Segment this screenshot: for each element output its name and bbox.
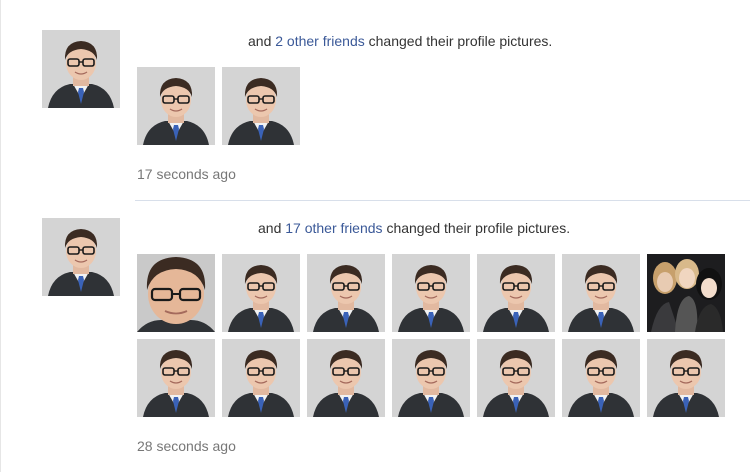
headline-prefix: and [258,220,282,236]
friend-profile-photo[interactable] [392,339,470,417]
friend-photo-group[interactable] [647,254,725,332]
friend-profile-photo[interactable] [137,67,215,145]
story-headline: and 17 other friends changed their profi… [258,220,570,236]
friend-profile-photo[interactable] [647,339,725,417]
other-friends-link[interactable]: 2 other friends [275,33,365,49]
headline-suffix: changed their profile pictures. [386,220,571,236]
friend-profile-photo[interactable] [562,339,640,417]
other-friends-link[interactable]: 17 other friends [285,220,382,236]
actor-avatar[interactable] [42,218,120,296]
friend-profile-photo[interactable] [137,254,215,332]
feed-story-1: and 2 other friends changed their profil… [0,0,750,202]
story-timestamp[interactable]: 28 seconds ago [137,438,236,454]
friend-profile-photo[interactable] [222,339,300,417]
story-divider [135,200,750,201]
headline-prefix: and [248,33,272,49]
actor-avatar[interactable] [42,30,120,108]
story-headline: and 2 other friends changed their profil… [248,33,552,49]
friend-profile-photo[interactable] [307,254,385,332]
friend-profile-photo[interactable] [392,254,470,332]
friend-profile-photo[interactable] [137,339,215,417]
friend-profile-photo[interactable] [222,67,300,145]
friend-profile-photo[interactable] [222,254,300,332]
friend-profile-photo[interactable] [562,254,640,332]
feed-story-2: and 17 other friends changed their profi… [0,202,750,472]
friend-profile-photo[interactable] [307,339,385,417]
story-timestamp[interactable]: 17 seconds ago [137,166,236,182]
friend-profile-photo[interactable] [477,339,555,417]
friend-profile-photo[interactable] [477,254,555,332]
headline-suffix: changed their profile pictures. [368,33,553,49]
